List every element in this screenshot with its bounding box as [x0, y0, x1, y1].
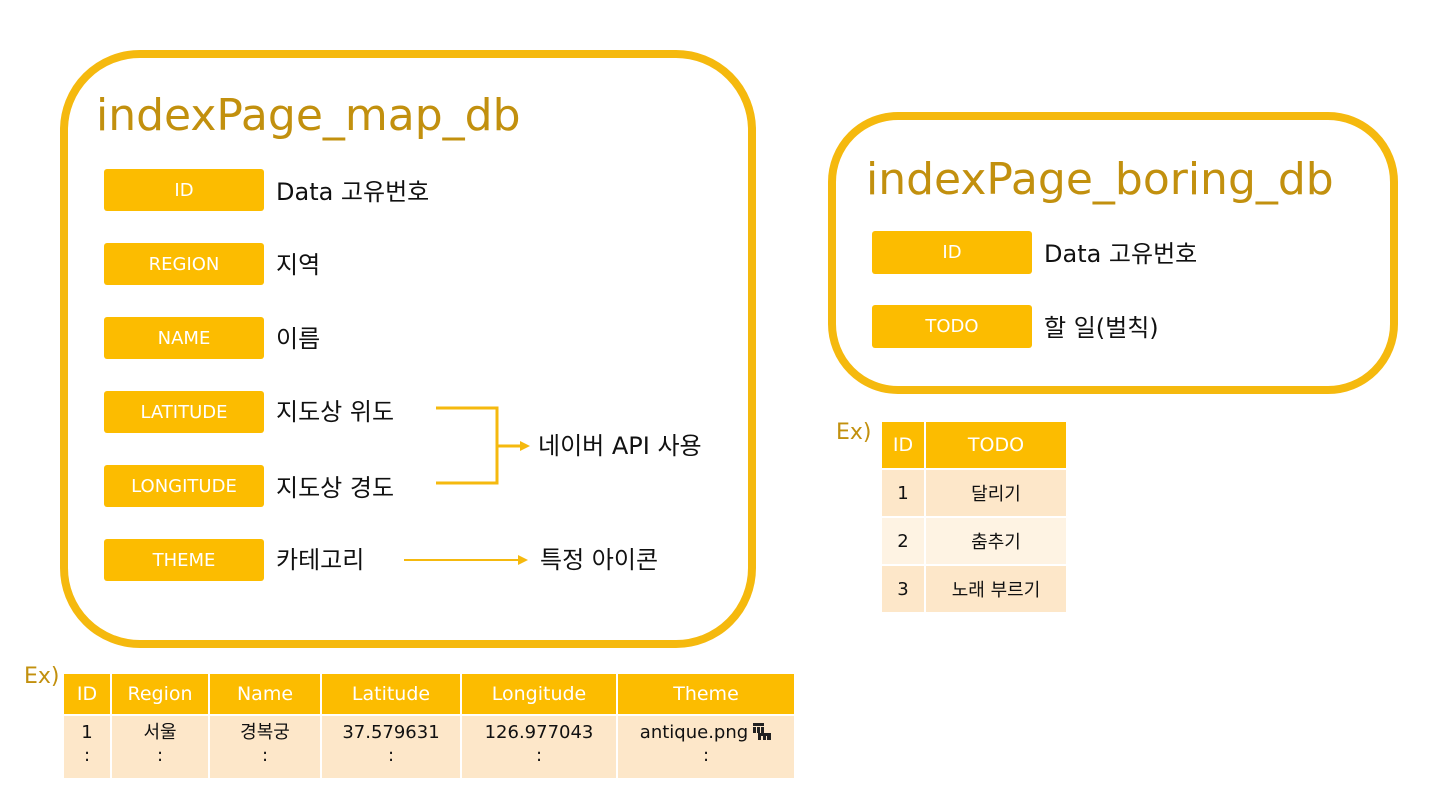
table-cell: 37.579631: [320, 714, 462, 780]
table-row: 3 노래 부르기 [880, 564, 1068, 614]
boring-field-todo-desc: 할 일(벌칙) [1044, 314, 1159, 342]
cell-value: 서울 [143, 722, 177, 743]
table-row: 2 춤추기 [880, 516, 1068, 566]
cell-value: 경복궁 [240, 722, 290, 743]
column-header: Longitude [460, 672, 618, 716]
map-field-theme-desc: 카테고리 [276, 546, 365, 574]
boring-example-label: Ex) [836, 420, 872, 445]
table-cell: 달리기 [924, 468, 1068, 518]
map-field-name-label: NAME [104, 317, 264, 359]
map-field-longitude-label: LONGITUDE [104, 465, 264, 507]
table-cell: 경복궁: [208, 714, 322, 780]
continuation-mark: : [387, 744, 395, 766]
table-cell: 2 [880, 516, 926, 566]
cell-value: 1 [81, 722, 93, 743]
map-example-label: Ex) [24, 664, 60, 689]
table-cell: 춤추기 [924, 516, 1068, 566]
boring-example-table: ID TODO 1 달리기 2 춤추기 3 노래 부르기 [880, 420, 1068, 614]
column-header: Theme [616, 672, 796, 716]
column-header: Latitude [320, 672, 462, 716]
map-field-latitude-desc: 지도상 위도 [276, 398, 395, 426]
table-row: 1 달리기 [880, 468, 1068, 518]
boring-db-title: indexPage_boring_db [866, 154, 1334, 205]
map-field-latitude-label: LATITUDE [104, 391, 264, 433]
continuation-mark: : [535, 744, 543, 766]
table-header-row: ID Region Name Latitude Longitude Theme [62, 672, 796, 716]
storefront-icon [752, 722, 772, 740]
continuation-mark: : [261, 744, 269, 766]
theme-icon-note: 특정 아이콘 [540, 546, 659, 574]
map-example-table: ID Region Name Latitude Longitude Theme … [62, 672, 796, 780]
cell-value: 126.977043 [484, 722, 594, 743]
continuation-mark: : [83, 744, 91, 766]
table-cell: 서울: [110, 714, 210, 780]
boring-field-id-desc: Data 고유번호 [1044, 240, 1198, 268]
table-cell: 노래 부르기 [924, 564, 1068, 614]
map-field-region-label: REGION [104, 243, 264, 285]
column-header: ID [880, 420, 926, 470]
cell-value: 37.579631 [342, 722, 440, 743]
map-db-title: indexPage_map_db [96, 90, 521, 141]
continuation-mark: : [702, 744, 710, 766]
coord-api-note: 네이버 API 사용 [538, 432, 702, 460]
table-cell: 1 [880, 468, 926, 518]
boring-field-id-label: ID [872, 231, 1032, 274]
table-cell: antique.png: [616, 714, 796, 780]
map-field-region-desc: 지역 [276, 251, 321, 279]
boring-field-todo-label: TODO [872, 305, 1032, 348]
table-cell: 3 [880, 564, 926, 614]
column-header: ID [62, 672, 112, 716]
table-cell: 1: [62, 714, 112, 780]
table-row: 1: 서울: 경복궁: 37.579631: 126.977043: antiq… [62, 714, 796, 780]
column-header: TODO [924, 420, 1068, 470]
map-field-name-desc: 이름 [276, 325, 321, 353]
table-cell: 126.977043: [460, 714, 618, 780]
table-header-row: ID TODO [880, 420, 1068, 470]
map-field-id-label: ID [104, 169, 264, 211]
column-header: Name [208, 672, 322, 716]
continuation-mark: : [156, 744, 164, 766]
map-field-longitude-desc: 지도상 경도 [276, 474, 395, 502]
cell-value: antique.png [639, 722, 749, 743]
map-field-id-desc: Data 고유번호 [276, 178, 430, 206]
column-header: Region [110, 672, 210, 716]
map-field-theme-label: THEME [104, 539, 264, 581]
